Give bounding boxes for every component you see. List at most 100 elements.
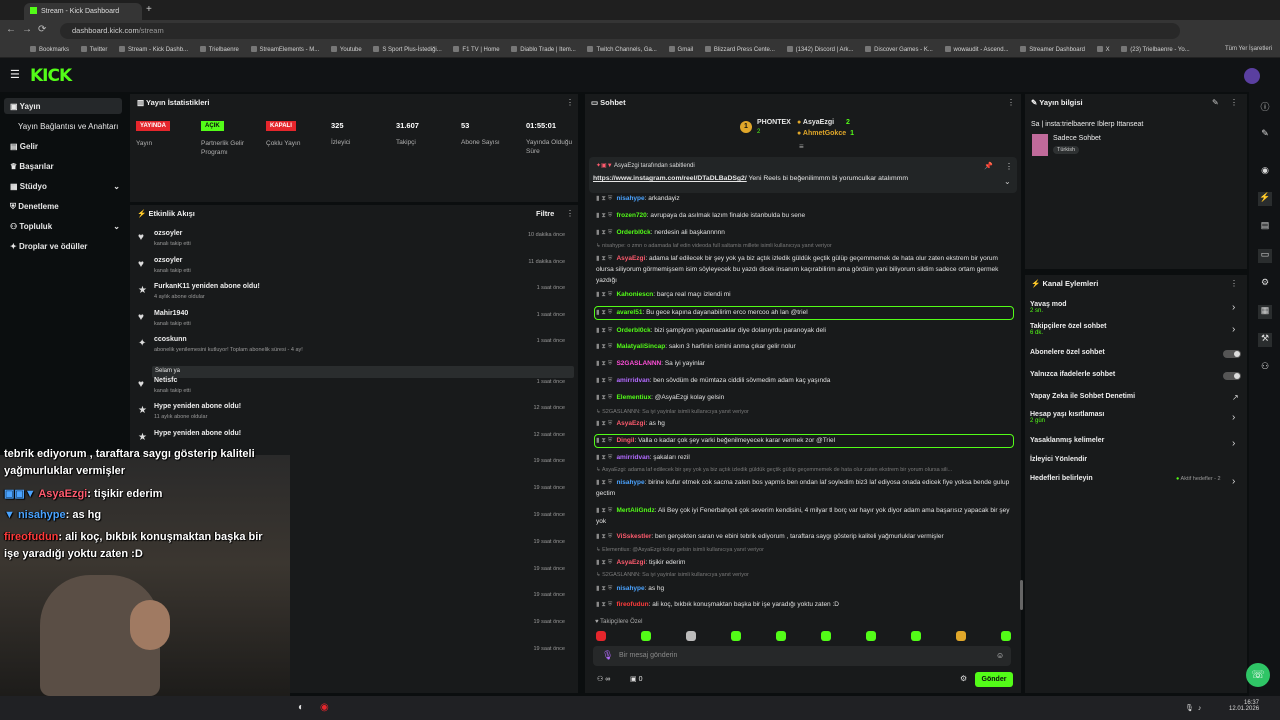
chat-username[interactable]: AsyaEzgi bbox=[616, 559, 645, 566]
bookmark-item[interactable]: wowaudit - Ascend... bbox=[945, 47, 1009, 53]
more-icon[interactable]: ⋮ bbox=[1230, 98, 1238, 107]
chevron-right-icon[interactable]: › bbox=[1232, 438, 1235, 449]
expand-icon[interactable]: ≡ bbox=[799, 142, 804, 151]
bookmark-item[interactable]: Discover Games - K... bbox=[865, 47, 933, 53]
lightning-icon[interactable]: ⚡ bbox=[1258, 192, 1272, 206]
top-supporter[interactable]: PHONTEX bbox=[757, 119, 791, 126]
bookmark-item[interactable]: StreamElements - M... bbox=[251, 47, 320, 53]
chat-username[interactable]: Dingil bbox=[616, 437, 634, 444]
bookmark-item[interactable]: Diablo Trade | Item... bbox=[511, 47, 576, 53]
mod-actions-icon[interactable]: ▮ ⧗ ⛨ bbox=[596, 585, 612, 592]
mod-actions-icon[interactable]: ▮ ⧗ ⛨ bbox=[596, 533, 612, 540]
tool-icon[interactable]: ⚒ bbox=[1258, 333, 1272, 347]
tray-icons[interactable]: 🎙♪ bbox=[1185, 704, 1205, 712]
chat-username[interactable]: amirridvan bbox=[616, 377, 649, 384]
mic-icon[interactable]: 🎙 bbox=[602, 650, 613, 661]
more-icon[interactable]: ⋮ bbox=[1230, 279, 1238, 288]
chat-username[interactable]: fireofudun bbox=[616, 601, 648, 608]
channel-action-item[interactable]: Abonelere özel sohbet bbox=[1030, 349, 1230, 356]
mod-actions-icon[interactable]: ▮ ⧗ ⛨ bbox=[596, 212, 612, 219]
people-icon[interactable]: ⚇ bbox=[1258, 361, 1272, 375]
mod-actions-icon[interactable]: ▮ ⧗ ⛨ bbox=[596, 394, 612, 401]
chat-username[interactable]: Orderbl0ck bbox=[616, 229, 650, 236]
channel-action-item[interactable]: Hesap yaşı kısıtlaması 2 gün bbox=[1030, 411, 1230, 424]
emote-icon[interactable] bbox=[1001, 631, 1011, 641]
pinned-link[interactable]: https://www.instagram.com/reel/DTaDLBaDS… bbox=[593, 175, 747, 182]
mod-actions-icon[interactable]: ▮ ⧗ ⛨ bbox=[596, 454, 612, 461]
mod-actions-icon[interactable]: ▮ ⧗ ⛨ bbox=[596, 437, 612, 444]
all-bookmarks[interactable]: Tüm Yer İşaretleri bbox=[1225, 46, 1272, 52]
mod-actions-icon[interactable]: ▮ ⧗ ⛨ bbox=[596, 601, 612, 608]
browser-tab[interactable]: Stream - Kick Dashboard bbox=[24, 3, 142, 20]
sidebar-item-topluluk[interactable]: ⚇ Topluluk ⌄ bbox=[10, 222, 120, 231]
chat-username[interactable]: MertAliGndz bbox=[616, 507, 654, 514]
mod-actions-icon[interactable]: ▮ ⧗ ⛨ bbox=[596, 343, 612, 350]
mod-actions-icon[interactable]: ▮ ⧗ ⛨ bbox=[596, 479, 612, 486]
sidebar-item-droplar[interactable]: ✦ Droplar ve ödüller bbox=[10, 242, 87, 251]
bookmark-item[interactable]: Twitter bbox=[81, 47, 108, 53]
chevron-right-icon[interactable]: › bbox=[1232, 412, 1235, 423]
gift-counter[interactable]: ▣ 0 bbox=[630, 675, 642, 683]
viewers-counter[interactable]: ⚇ ∞ bbox=[597, 675, 610, 683]
more-icon[interactable]: ⋮ bbox=[1007, 98, 1015, 107]
more-icon[interactable]: ⋮ bbox=[566, 209, 574, 218]
chevron-right-icon[interactable]: › bbox=[1232, 302, 1235, 313]
channel-action-item[interactable]: Takipçilere özel sohbet 6 dk. bbox=[1030, 323, 1230, 336]
mod-actions-icon[interactable]: ▮ ⧗ ⛨ bbox=[596, 327, 612, 334]
channel-action-item[interactable]: Yalnızca ifadelerle sohbet bbox=[1030, 371, 1230, 378]
mod-actions-icon[interactable]: ▮ ⧗ ⛨ bbox=[596, 255, 612, 262]
bookmark-item[interactable]: Twitch Channels, Ga... bbox=[587, 47, 656, 53]
emote-icon[interactable] bbox=[776, 631, 786, 641]
new-tab-button[interactable]: + bbox=[146, 4, 152, 15]
bookmark-item[interactable]: Youtube bbox=[331, 47, 362, 53]
chat-username[interactable]: amirridvan bbox=[616, 454, 649, 461]
nav-arrows-icon[interactable]: ←→⟳ bbox=[6, 24, 52, 35]
emote-icon[interactable] bbox=[956, 631, 966, 641]
chevron-right-icon[interactable]: › bbox=[1232, 476, 1235, 487]
bookmark-item[interactable]: X bbox=[1097, 47, 1110, 53]
emote-icon[interactable] bbox=[821, 631, 831, 641]
chat-username[interactable]: avarel51 bbox=[616, 309, 642, 316]
mod-actions-icon[interactable]: ▮ ⧗ ⛨ bbox=[596, 559, 612, 566]
taskbar-app-icon[interactable]: ◉ bbox=[320, 702, 329, 713]
pin-icon[interactable]: 📌 bbox=[984, 162, 993, 170]
address-bar[interactable]: dashboard.kick.com/stream bbox=[60, 23, 1180, 39]
channel-action-item[interactable]: Yavaş mod 2 sn. bbox=[1030, 301, 1230, 314]
sidebar-item-basarilar[interactable]: ♛ Başarılar bbox=[10, 162, 54, 171]
send-button[interactable]: Gönder bbox=[975, 672, 1013, 687]
mod-actions-icon[interactable]: ▮ ⧗ ⛨ bbox=[596, 360, 612, 367]
mod-actions-icon[interactable]: ▮ ⧗ ⛨ bbox=[596, 377, 612, 384]
chat-username[interactable]: ViSskestler bbox=[616, 533, 651, 540]
channel-action-item[interactable]: İzleyici Yönlendir bbox=[1030, 456, 1230, 463]
sidebar-item-denetleme[interactable]: ⛨ Denetleme bbox=[10, 202, 59, 212]
mod-actions-icon[interactable]: ▮ ⧗ ⛨ bbox=[596, 507, 612, 514]
kick-logo[interactable]: KICK bbox=[30, 66, 72, 86]
sidebar-item-stream-key[interactable]: Yayın Bağlantısı ve Anahtarı bbox=[18, 122, 118, 131]
channel-action-item[interactable]: Yapay Zeka ile Sohbet Denetimi bbox=[1030, 393, 1230, 400]
mod-actions-icon[interactable]: ▮ ⧗ ⛨ bbox=[596, 291, 612, 298]
chat-username[interactable]: nisahype bbox=[616, 585, 644, 592]
support-chat-icon[interactable]: ☏ bbox=[1246, 663, 1270, 687]
pencil-icon[interactable]: ✎ bbox=[1212, 98, 1219, 107]
bookmark-item[interactable]: F1 TV | Home bbox=[453, 47, 499, 53]
mod-actions-icon[interactable]: ▮ ⧗ ⛨ bbox=[596, 420, 612, 427]
top-supporter[interactable]: ● AhmetGokce 1 bbox=[797, 130, 854, 137]
channel-action-item[interactable]: Yasaklanmış kelimeler bbox=[1030, 437, 1230, 444]
avatar[interactable] bbox=[1244, 68, 1260, 84]
emote-icon[interactable] bbox=[641, 631, 651, 641]
mod-actions-icon[interactable]: ▮ ⧗ ⛨ bbox=[596, 195, 612, 202]
eye-icon[interactable]: ◉ bbox=[1258, 165, 1272, 179]
bookmark-item[interactable]: Trielbaenre bbox=[200, 47, 239, 53]
bookmark-item[interactable]: (23) Trielbaenre - Yo... bbox=[1121, 47, 1189, 53]
bookmark-item[interactable]: Stream - Kick Dashb... bbox=[119, 47, 188, 53]
emote-icon[interactable] bbox=[686, 631, 696, 641]
settings-icon[interactable]: ⚙ bbox=[960, 674, 967, 683]
chat-username[interactable]: Elementiux bbox=[616, 394, 651, 401]
menu-icon[interactable]: ☰ bbox=[10, 68, 20, 81]
chat-username[interactable]: frozen720 bbox=[616, 212, 646, 219]
top-supporter[interactable]: ● AsyaEzgi 2 bbox=[797, 119, 850, 126]
toggle-switch[interactable] bbox=[1223, 372, 1241, 380]
bookmark-item[interactable]: Blizzard Press Cente... bbox=[705, 47, 775, 53]
chat-username[interactable]: AsyaEzgi bbox=[616, 255, 645, 262]
stream-category[interactable]: Sadece Sohbet bbox=[1053, 135, 1101, 142]
